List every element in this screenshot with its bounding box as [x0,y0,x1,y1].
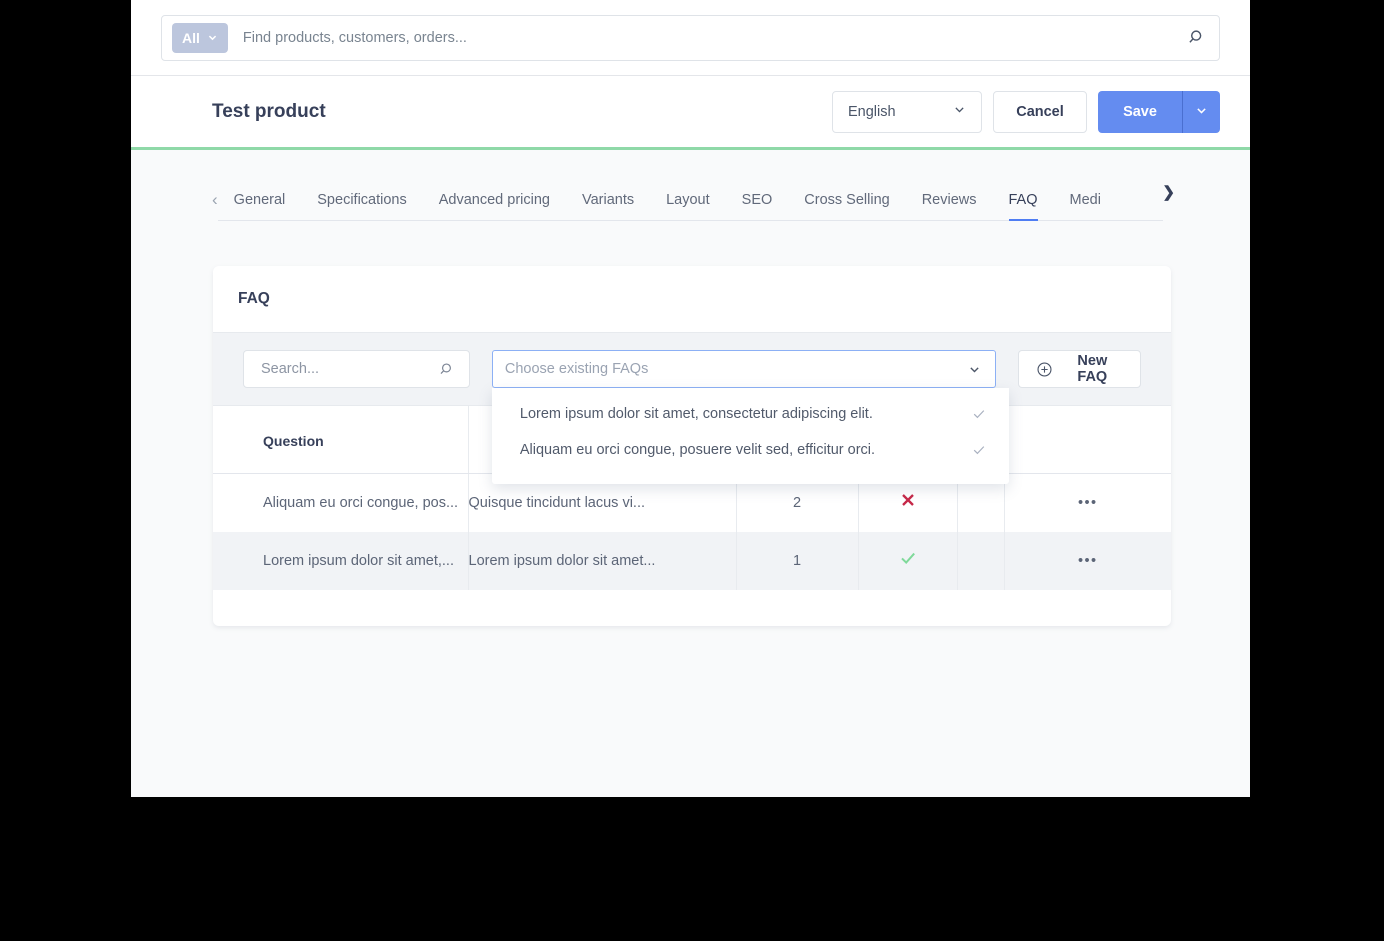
header-actions: English Cancel Save [832,90,1220,133]
row-actions-menu[interactable]: ••• [1004,474,1171,533]
cell-status [858,532,958,590]
cancel-button[interactable]: Cancel [993,90,1087,133]
tab-specifications[interactable]: Specifications [317,188,406,221]
existing-faq-option-label: Lorem ipsum dolor sit amet, consectetur … [519,406,873,422]
tab-bar: ‹ General Specifications Advanced pricing V… [131,150,1250,221]
faq-toolbar: Search... Choose existing FAQs Lorem ips… [213,333,1171,484]
tab-faq[interactable]: FAQ [1008,188,1038,221]
tab-layout[interactable]: Layout [666,188,710,221]
search-icon[interactable] [439,361,456,378]
faq-search-field[interactable]: Search... [243,350,470,388]
chevron-down-icon [207,30,218,46]
tab-general[interactable]: General [234,188,286,221]
global-search-input[interactable]: Find products, customers, orders... [243,30,1188,46]
cell-answer: Lorem ipsum dolor sit amet... [468,532,737,590]
table-column-header[interactable] [1004,406,1171,474]
new-faq-label: New FAQ [1077,353,1108,385]
chevron-down-icon [953,103,966,120]
search-scope-label: All [182,29,200,46]
global-topbar: All Find products, customers, orders... [131,0,1250,76]
existing-faqs-combobox: Choose existing FAQs Lorem ipsum dolor s… [491,350,1009,484]
cell-number: 1 [736,532,859,590]
existing-faqs-placeholder: Choose existing FAQs [504,361,649,377]
new-faq-button[interactable]: New FAQ [1017,350,1141,388]
search-icon[interactable] [1188,28,1207,47]
existing-faq-option[interactable]: Aliquam eu orci congue, posuere velit se… [492,432,1009,468]
save-button-group: Save [1098,90,1220,133]
existing-faqs-input[interactable]: Choose existing FAQs [491,350,996,388]
global-search-bar[interactable]: All Find products, customers, orders... [161,14,1220,61]
tab-advanced-pricing[interactable]: Advanced pricing [439,188,550,221]
tab-seo[interactable]: SEO [742,188,773,221]
tab-reviews[interactable]: Reviews [922,188,977,221]
faq-card-footer [213,590,1171,626]
cell-question: Aliquam eu orci congue, pos... [213,473,469,532]
row-actions-menu[interactable]: ••• [1004,532,1171,590]
check-icon [971,442,987,458]
chevron-down-icon [1195,104,1208,120]
language-select-value: English [848,103,896,120]
cell-blank [957,532,1005,590]
chevron-right-icon[interactable]: ❯ [1162,183,1175,212]
search-scope-dropdown[interactable]: All [172,22,228,53]
plus-circle-icon [1036,361,1053,378]
check-icon [898,552,918,573]
cell-question: Lorem ipsum dolor sit amet,... [213,532,469,590]
faq-table-body: Aliquam eu orci congue, pos... Quisque ti… [213,473,1171,590]
page-header: Test product English Cancel Save [131,76,1250,150]
page-title: Test product [212,100,326,122]
tab-list: General Specifications Advanced pricing Var… [217,188,1163,221]
tab-medi[interactable]: Medi [1070,188,1101,221]
language-select[interactable]: English [832,90,982,133]
existing-faqs-dropdown-menu: Lorem ipsum dolor sit amet, consectetur … [491,388,1009,484]
save-options-button[interactable] [1182,90,1220,133]
table-row[interactable]: Lorem ipsum dolor sit amet,... Lorem ipsu… [213,532,1171,590]
existing-faq-option[interactable]: Lorem ipsum dolor sit amet, consectetur … [492,396,1009,432]
faq-card: FAQ Search... Choose existing FAQs Lorem… [213,266,1171,626]
existing-faq-option-label: Aliquam eu orci congue, posuere velit se… [519,442,876,458]
tab-variants[interactable]: Variants [582,188,634,221]
app-viewport: All Find products, customers, orders... … [131,0,1250,797]
chevron-down-icon[interactable] [968,363,981,376]
faq-search-input[interactable]: Search... [261,361,439,377]
cross-icon [898,494,918,515]
table-column-header[interactable]: Question [213,406,469,474]
save-button[interactable]: Save [1098,90,1182,133]
tab-cross-selling[interactable]: Cross Selling [804,188,889,221]
check-icon [971,406,987,422]
faq-card-title: FAQ [213,266,1171,333]
